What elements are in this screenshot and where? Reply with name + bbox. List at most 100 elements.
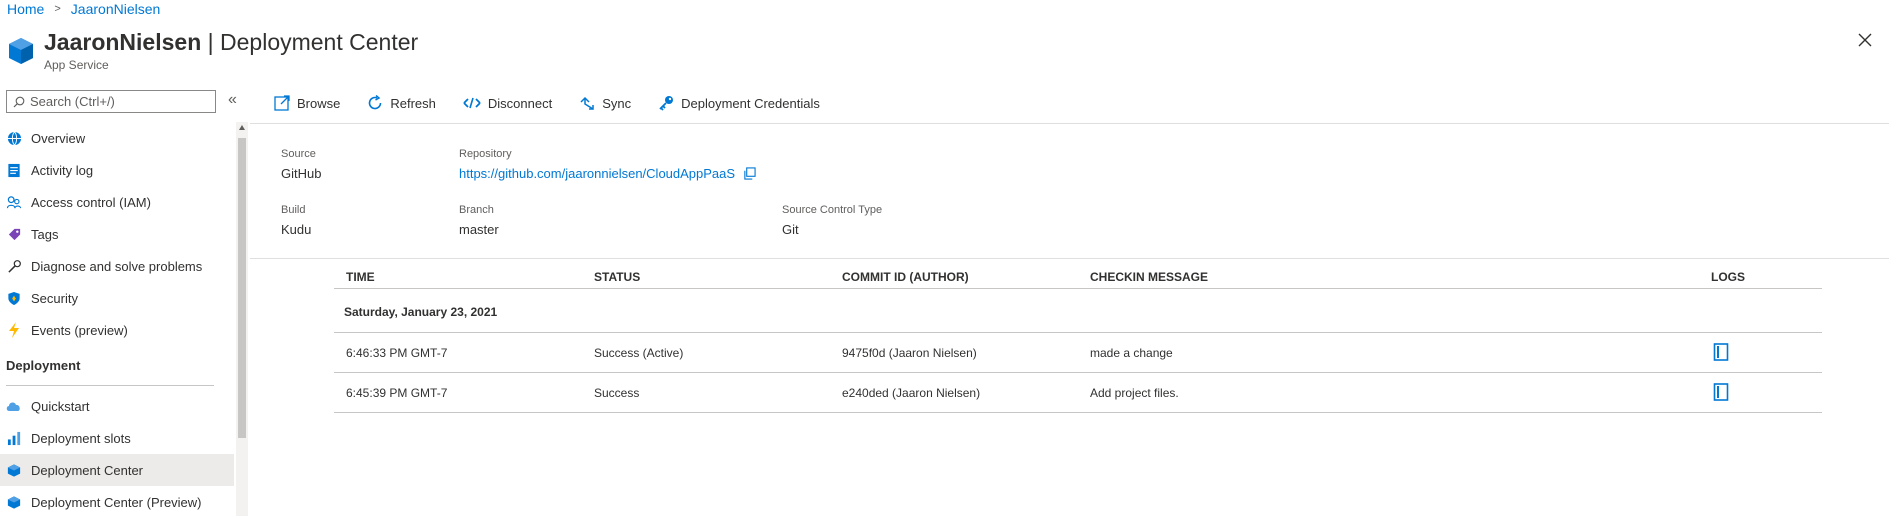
deployments-table: TIME STATUS COMMIT ID (AUTHOR) CHECKIN M… (334, 266, 1822, 413)
divider (250, 123, 1889, 124)
section-deployment: Deployment (6, 346, 214, 386)
branch-info: Branch master (459, 204, 499, 237)
disconnect-button[interactable]: Disconnect (463, 96, 552, 111)
people-icon (6, 194, 22, 210)
sidebar-item-quickstart[interactable]: Quickstart (0, 390, 234, 422)
sidebar-item-tags[interactable]: Tags (0, 218, 234, 250)
breadcrumb: Home > JaaronNielsen (7, 1, 160, 17)
repository-label: Repository (459, 148, 512, 160)
page-header: JaaronNielsen | Deployment Center App Se… (6, 26, 418, 72)
table-row[interactable]: 6:46:33 PM GMT-7 Success (Active) 9475f0… (334, 333, 1822, 373)
repository-link[interactable]: https://github.com/jaaronnielsen/CloudAp… (459, 166, 735, 181)
cloud-icon (6, 398, 22, 414)
sidebar-item-label: Quickstart (31, 398, 90, 414)
search-placeholder: Search (Ctrl+/) (30, 94, 115, 109)
page-subtitle: App Service (44, 58, 109, 72)
cube-icon (6, 462, 22, 478)
cell-commit: 9475f0d (Jaaron Nielsen) (842, 346, 977, 360)
collapse-sidebar-icon[interactable]: « (228, 91, 237, 109)
sidebar-item-diagnose[interactable]: Diagnose and solve problems (0, 250, 234, 282)
deployment-credentials-button[interactable]: Deployment Credentials (658, 95, 820, 111)
cell-commit: e240ded (Jaaron Nielsen) (842, 386, 981, 400)
source-label: Source (281, 148, 316, 160)
chevron-right-icon: > (54, 3, 61, 15)
key-icon (659, 96, 674, 111)
cell-time: 6:46:33 PM GMT-7 (346, 346, 448, 360)
app-service-icon (9, 38, 33, 64)
sync-icon (580, 96, 594, 110)
sync-button[interactable]: Sync (579, 95, 631, 111)
breadcrumb-home[interactable]: Home (7, 1, 44, 17)
sidebar-item-deployment-slots[interactable]: Deployment slots (0, 422, 234, 454)
page-title: JaaronNielsen | Deployment Center (44, 29, 419, 55)
slots-icon (6, 430, 22, 446)
sidebar-item-iam[interactable]: Access control (IAM) (0, 186, 234, 218)
close-icon[interactable] (1855, 30, 1875, 50)
sidebar-item-label: Tags (31, 226, 59, 242)
wrench-icon (6, 258, 22, 274)
column-status[interactable]: STATUS (594, 270, 640, 284)
divider (250, 258, 1889, 259)
sidebar-scrollbar[interactable] (236, 122, 248, 516)
browse-button[interactable]: Browse (274, 95, 340, 111)
build-value: Kudu (281, 222, 312, 237)
sidebar-item-activity-log[interactable]: Activity log (0, 154, 234, 186)
refresh-icon (369, 95, 382, 110)
source-control-value: Git (782, 222, 799, 237)
branch-value: master (459, 222, 499, 237)
log-icon[interactable] (1713, 383, 1729, 401)
build-label: Build (281, 204, 306, 216)
sidebar-item-deployment-center[interactable]: Deployment Center (0, 454, 234, 486)
sidebar-item-label: Deployment Center (Preview) (31, 494, 202, 510)
lightning-icon (6, 322, 22, 338)
cell-status: Success (594, 386, 640, 400)
cell-message: Add project files. (1090, 386, 1179, 400)
sidebar-item-security[interactable]: Security (0, 282, 234, 314)
column-time[interactable]: TIME (346, 270, 375, 284)
search-icon (13, 96, 25, 107)
scrollbar-thumb[interactable] (238, 138, 246, 438)
command-bar: Browse Refresh Disconnect Sync Deploymen… (274, 92, 847, 114)
breadcrumb-resource[interactable]: JaaronNielsen (71, 1, 161, 17)
sidebar-item-label: Diagnose and solve problems (31, 258, 203, 274)
table-header: TIME STATUS COMMIT ID (AUTHOR) CHECKIN M… (334, 266, 1822, 289)
search-input[interactable]: Search (Ctrl+/) (6, 90, 216, 113)
scroll-up-icon[interactable] (239, 125, 245, 130)
shield-icon (6, 290, 22, 306)
activity-log-icon (6, 162, 22, 178)
cell-time: 6:45:39 PM GMT-7 (346, 386, 448, 400)
external-link-icon (274, 95, 290, 111)
sidebar-item-label: Access control (IAM) (31, 194, 151, 210)
sidebar-item-deployment-center-preview[interactable]: Deployment Center (Preview) (0, 486, 234, 516)
date-group-label: Saturday, January 23, 2021 (344, 305, 498, 319)
sidebar-menu: Overview Activity log Access control (IA… (0, 122, 234, 516)
column-message[interactable]: CHECKIN MESSAGE (1090, 270, 1208, 284)
log-icon[interactable] (1713, 343, 1729, 361)
source-control-label: Source Control Type (782, 204, 883, 216)
cell-message: made a change (1090, 346, 1173, 360)
source-value: GitHub (281, 166, 322, 181)
disconnect-icon (463, 97, 481, 109)
sidebar-item-label: Events (preview) (31, 322, 128, 338)
refresh-button[interactable]: Refresh (367, 95, 436, 111)
cell-status: Success (Active) (594, 346, 684, 360)
sidebar-item-events[interactable]: Events (preview) (0, 314, 234, 346)
branch-label: Branch (459, 204, 494, 216)
sidebar-item-overview[interactable]: Overview (0, 122, 234, 154)
build-info: Build Kudu (281, 204, 311, 237)
repository-info: Repository https://github.com/jaaronniel… (459, 148, 756, 181)
sidebar-item-label: Activity log (31, 162, 94, 178)
sidebar-item-label: Security (31, 290, 78, 306)
sidebar-item-label: Overview (31, 130, 86, 146)
source-control-info: Source Control Type Git (782, 204, 882, 237)
date-group-row: Saturday, January 23, 2021 (334, 289, 1822, 333)
copy-icon[interactable] (743, 167, 756, 180)
table-row[interactable]: 6:45:39 PM GMT-7 Success e240ded (Jaaron… (334, 373, 1822, 413)
column-logs[interactable]: LOGS (1711, 270, 1745, 284)
cube-icon (6, 494, 22, 510)
sidebar-item-label: Deployment Center (31, 462, 143, 478)
tag-icon (6, 226, 22, 242)
column-commit[interactable]: COMMIT ID (AUTHOR) (842, 270, 969, 284)
sidebar-item-label: Deployment slots (31, 430, 131, 446)
sidebar: Search (Ctrl+/) « Overview Activity log … (0, 88, 250, 516)
